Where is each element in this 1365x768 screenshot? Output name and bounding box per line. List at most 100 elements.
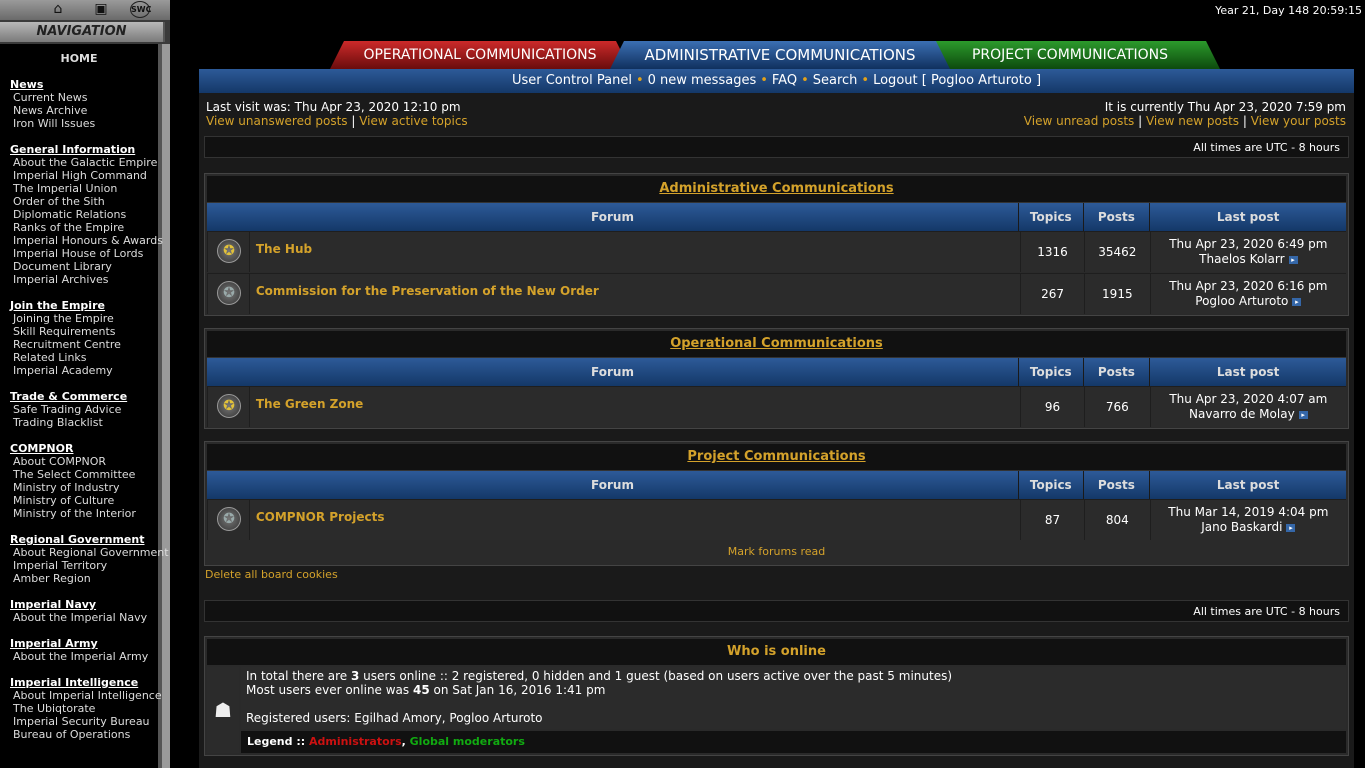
home-icon[interactable]: ⌂ (47, 1, 69, 18)
nav-link[interactable]: About the Imperial Navy (10, 611, 147, 624)
view-latest-post-icon[interactable]: ▸ (1292, 297, 1302, 306)
nav-link[interactable]: Iron Will Issues (10, 117, 95, 130)
nav-link[interactable]: Imperial High Command (10, 169, 163, 182)
last-post-user-link[interactable]: Pogloo Arturoto (1195, 294, 1288, 308)
legend-administrators-link[interactable]: Administrators (309, 735, 402, 748)
nav-link[interactable]: The Imperial Union (10, 182, 163, 195)
navigation-title: NAVIGATION (0, 22, 165, 42)
last-post-user-link[interactable]: Jano Baskardi (1201, 520, 1282, 534)
nav-link[interactable]: Document Library (10, 260, 163, 273)
view-latest-post-icon[interactable]: ▸ (1286, 523, 1296, 532)
tab-administrative-communications[interactable]: ADMINISTRATIVE COMMUNICATIONS (610, 41, 950, 69)
nav-link[interactable]: About the Galactic Empire (10, 156, 163, 169)
nav-link[interactable]: Ministry of Culture (10, 494, 136, 507)
game-clock: Year 21, Day 148 20:59:15 (1215, 4, 1362, 17)
your-posts-link[interactable]: View your posts (1251, 114, 1346, 128)
nav-link[interactable]: Related Links (10, 351, 121, 364)
nav-link[interactable]: Imperial House of Lords (10, 247, 163, 260)
nav-link[interactable]: About the Imperial Army (10, 650, 148, 663)
user-control-panel-link[interactable]: User Control Panel (512, 73, 632, 88)
forum-topics-count: 87 (1020, 499, 1084, 540)
nav-link[interactable]: About Regional Government (10, 546, 169, 559)
nav-section-title[interactable]: Join the Empire (10, 299, 121, 312)
view-latest-post-icon[interactable]: ▸ (1288, 255, 1298, 264)
current-time-info: It is currently Thu Apr 23, 2020 7:59 pm… (1024, 100, 1346, 128)
forum-row: ✪ Commission for the Preservation of the … (207, 273, 1346, 314)
nav-link[interactable]: Bureau of Operations (10, 728, 162, 741)
view-latest-post-icon[interactable]: ▸ (1298, 410, 1308, 419)
nav-link[interactable]: Joining the Empire (10, 312, 121, 325)
category-title-link[interactable]: Project Communications (207, 444, 1346, 471)
legend-global-moderators-link[interactable]: Global moderators (410, 735, 525, 748)
forum-last-post: Thu Apr 23, 2020 6:49 pm Thaelos Kolarr ▸ (1149, 231, 1346, 272)
nav-link[interactable]: Amber Region (10, 572, 169, 585)
separator-dot: • (635, 73, 644, 88)
nav-link[interactable]: Current News (10, 91, 95, 104)
separator-dot: • (861, 73, 870, 88)
nav-section-title[interactable]: Trade & Commerce (10, 390, 127, 403)
nav-link[interactable]: Trading Blacklist (10, 416, 127, 429)
new-posts-link[interactable]: View new posts (1146, 114, 1239, 128)
forum-table-header: Forum Topics Posts Last post (207, 471, 1346, 499)
forum-name-link[interactable]: Commission for the Preservation of the N… (248, 273, 1021, 314)
last-post-user-link[interactable]: Thaelos Kolarr (1199, 252, 1284, 266)
user-card-icon[interactable]: ▣ (84, 1, 118, 18)
nav-link[interactable]: Imperial Security Bureau (10, 715, 162, 728)
nav-section-title[interactable]: Regional Government (10, 533, 169, 546)
nav-link[interactable]: Safe Trading Advice (10, 403, 127, 416)
last-post-user-link[interactable]: Navarro de Molay (1189, 407, 1295, 421)
search-link[interactable]: Search (813, 73, 858, 88)
nav-link[interactable]: The Select Committee (10, 468, 136, 481)
nav-home-link[interactable]: HOME (0, 52, 158, 65)
nav-section-title[interactable]: Imperial Intelligence (10, 676, 162, 689)
swc-logo-icon[interactable]: SWC (130, 1, 151, 18)
nav-link[interactable]: Ranks of the Empire (10, 221, 163, 234)
user-nav-bar: User Control Panel • 0 new messages • FAQ • Se… (199, 69, 1354, 93)
mark-forums-read-link[interactable]: Mark forums read (207, 541, 1346, 563)
nav-link[interactable]: About COMPNOR (10, 455, 136, 468)
faq-link[interactable]: FAQ (772, 73, 797, 88)
active-topics-link[interactable]: View active topics (359, 114, 467, 128)
nav-section-title[interactable]: General Information (10, 143, 163, 156)
category-title-link[interactable]: Administrative Communications (207, 176, 1346, 203)
nav-link[interactable]: News Archive (10, 104, 95, 117)
nav-section-title[interactable]: Imperial Army (10, 637, 148, 650)
messages-link[interactable]: 0 new messages (648, 73, 757, 88)
separator-dot: • (760, 73, 768, 88)
forum-posts-count: 35462 (1083, 231, 1150, 272)
nav-link[interactable]: Imperial Honours & Awards (10, 234, 163, 247)
forum-status-cell: ✪ (207, 499, 249, 540)
nav-link[interactable]: The Ubiqtorate (10, 702, 162, 715)
nav-section-title[interactable]: News (10, 78, 95, 91)
nav-link[interactable]: Recruitment Centre (10, 338, 121, 351)
tab-operational-communications[interactable]: OPERATIONAL COMMUNICATIONS (330, 41, 630, 69)
unread-posts-link[interactable]: View unread posts (1024, 114, 1135, 128)
category-title-link[interactable]: Operational Communications (207, 331, 1346, 358)
forum-name-link[interactable]: COMPNOR Projects (248, 499, 1021, 540)
nav-link[interactable]: Skill Requirements (10, 325, 121, 338)
last-visit-text: Last visit was: Thu Apr 23, 2020 12:10 p… (206, 100, 461, 114)
nav-link[interactable]: Diplomatic Relations (10, 208, 163, 221)
nav-link[interactable]: Imperial Archives (10, 273, 163, 286)
forum-status-cell: ✪ (207, 386, 249, 427)
nav-section-title[interactable]: COMPNOR (10, 442, 136, 455)
forum-name-link[interactable]: The Hub (248, 231, 1021, 272)
who-is-online: Who is online ☗ In total there are 3 use… (204, 636, 1349, 756)
nav-section-title[interactable]: Imperial Navy (10, 598, 147, 611)
nav-link[interactable]: Ministry of the Interior (10, 507, 136, 520)
logout-link[interactable]: Logout [ Pogloo Arturoto ] (873, 73, 1041, 88)
tab-project-communications[interactable]: PROJECT COMMUNICATIONS (920, 41, 1220, 69)
forum-name-link[interactable]: The Green Zone (248, 386, 1021, 427)
nav-link[interactable]: About Imperial Intelligence (10, 689, 162, 702)
link-separator: | (1134, 114, 1146, 128)
nav-link[interactable]: Imperial Academy (10, 364, 121, 377)
registered-users: Registered users: Egilhad Amory, Pogloo … (246, 711, 543, 725)
nav-link[interactable]: Imperial Territory (10, 559, 169, 572)
delete-cookies-link[interactable]: Delete all board cookies (205, 568, 338, 581)
nav-link[interactable]: Order of the Sith (10, 195, 163, 208)
nav-link[interactable]: Ministry of Industry (10, 481, 136, 494)
imperial-star-read-icon: ✪ (217, 507, 241, 531)
unanswered-posts-link[interactable]: View unanswered posts (206, 114, 348, 128)
header-posts: Posts (1082, 471, 1150, 499)
header-posts: Posts (1082, 203, 1150, 231)
